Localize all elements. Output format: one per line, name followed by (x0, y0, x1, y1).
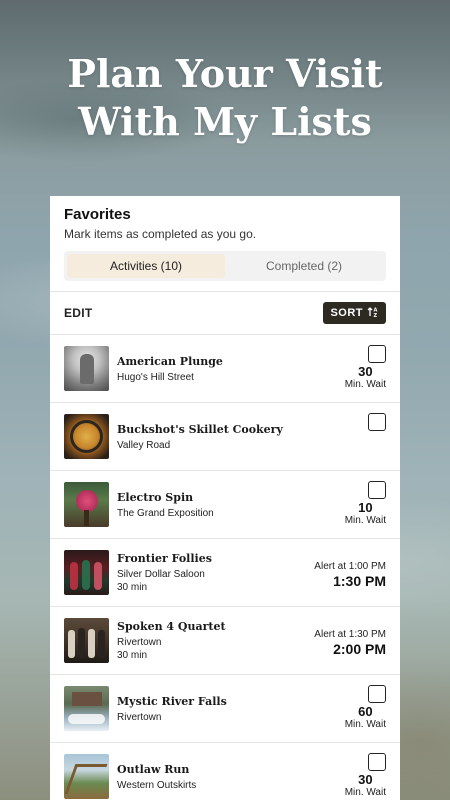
item-location: Valley Road (117, 439, 171, 451)
complete-checkbox[interactable] (368, 685, 386, 703)
thumbnail-image (64, 550, 109, 595)
sort-button[interactable]: SORT A Z (323, 302, 386, 324)
list-item[interactable]: Frontier Follies Silver Dollar Saloon 30… (50, 539, 400, 607)
card-title: Favorites (64, 206, 131, 223)
list-item[interactable]: Buckshot's Skillet Cookery Valley Road (50, 403, 400, 471)
wait-time: 60 (358, 704, 373, 719)
thumbnail-image (64, 482, 109, 527)
tab-activities[interactable]: Activities (10) (67, 254, 225, 278)
hero-line-2: With My Lists (78, 99, 372, 144)
list-item[interactable]: Electro Spin The Grand Exposition 10 Min… (50, 471, 400, 539)
wait-time: 30 (358, 772, 373, 787)
thumbnail-image (64, 754, 109, 799)
svg-text:Z: Z (374, 313, 378, 318)
wait-label: Min. Wait (344, 719, 386, 730)
thumbnail-image (64, 618, 109, 663)
item-name: Buckshot's Skillet Cookery (117, 422, 283, 436)
wait-time: 10 (358, 500, 373, 515)
alert-time: Alert at 1:00 PM (314, 561, 386, 572)
list-item[interactable]: Outlaw Run Western Outskirts 30 Min. Wai… (50, 743, 400, 800)
thumbnail-image (64, 414, 109, 459)
list-item[interactable]: Mystic River Falls Rivertown 60 Min. Wai… (50, 675, 400, 743)
list-item[interactable]: American Plunge Hugo's Hill Street 30 Mi… (50, 335, 400, 403)
card-subtitle: Mark items as completed as you go. (64, 227, 257, 241)
segmented-control: Activities (10) Completed (2) (64, 251, 386, 281)
favorites-card: Favorites Mark items as completed as you… (50, 196, 400, 800)
wait-label: Min. Wait (344, 379, 386, 390)
hero-line-1: Plan Your Visit (67, 51, 383, 96)
complete-checkbox[interactable] (368, 481, 386, 499)
complete-checkbox[interactable] (368, 345, 386, 363)
complete-checkbox[interactable] (368, 413, 386, 431)
thumbnail-image (64, 686, 109, 731)
show-time: 2:00 PM (333, 641, 386, 657)
wait-time: 30 (358, 364, 373, 379)
sort-icon: A Z (367, 306, 379, 321)
edit-button[interactable]: EDIT (64, 306, 93, 320)
wait-label: Min. Wait (344, 787, 386, 798)
alert-time: Alert at 1:30 PM (314, 629, 386, 640)
wait-label: Min. Wait (344, 515, 386, 526)
complete-checkbox[interactable] (368, 753, 386, 771)
list-toolbar: EDIT SORT A Z (50, 291, 400, 335)
hero-title: Plan Your Visit With My Lists (0, 50, 450, 146)
list-item[interactable]: Spoken 4 Quartet Rivertown 30 min Alert … (50, 607, 400, 675)
thumbnail-image (64, 346, 109, 391)
tab-completed[interactable]: Completed (2) (225, 254, 383, 278)
sort-label: SORT (330, 307, 363, 319)
show-time: 1:30 PM (333, 573, 386, 589)
